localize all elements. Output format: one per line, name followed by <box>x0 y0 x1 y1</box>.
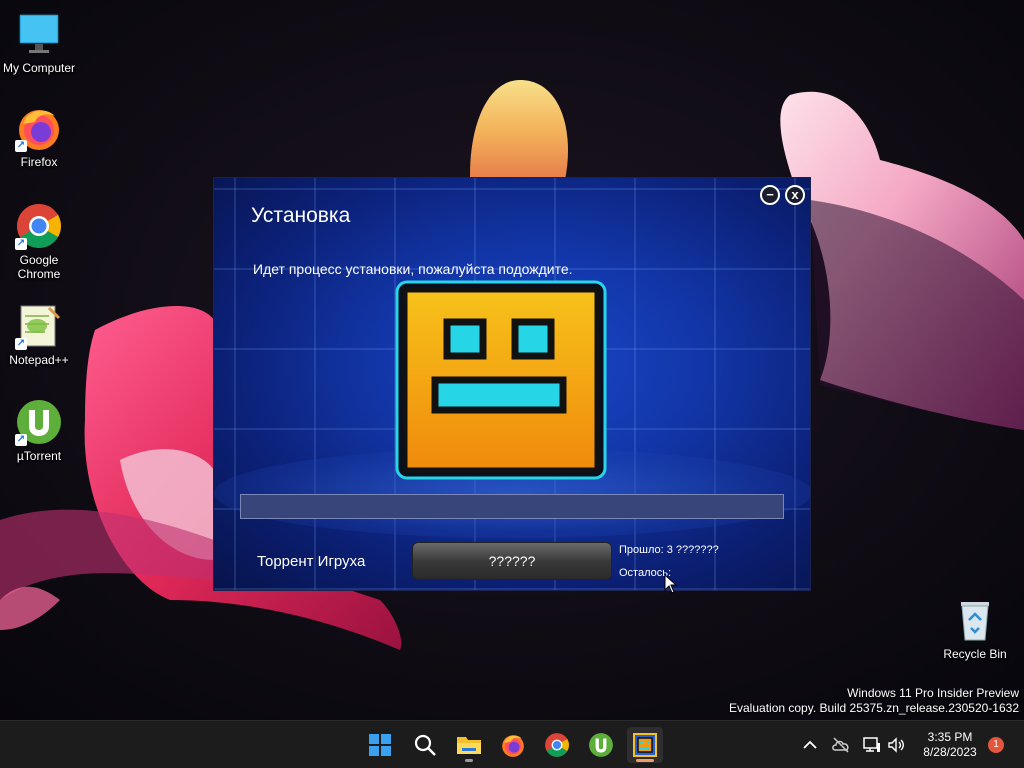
firefox-icon: ↗ <box>15 104 63 152</box>
volume-tray-button[interactable] <box>886 735 906 755</box>
game-logo-icon <box>395 280 607 480</box>
taskbar-chrome[interactable] <box>539 727 575 763</box>
shortcut-arrow-icon: ↗ <box>15 140 27 152</box>
game-name-label: Торрент Игруха <box>257 553 366 570</box>
onedrive-tray-button[interactable] <box>831 735 851 755</box>
clock-time: 3:35 PM <box>927 730 973 744</box>
desktop-icon-chrome[interactable]: ↗ Google Chrome <box>0 202 78 281</box>
notepadpp-icon: ↗ <box>15 302 63 350</box>
chrome-icon: ↗ <box>15 202 63 250</box>
minimize-button[interactable]: − <box>760 185 780 205</box>
monitor-icon <box>15 10 63 58</box>
taskbar-clock[interactable]: 3:35 PM 8/28/2023 <box>915 730 985 760</box>
chrome-icon <box>545 733 569 757</box>
desktop-icon-label: Recycle Bin <box>943 647 1007 661</box>
taskbar-utorrent[interactable] <box>583 727 619 763</box>
installer-app-icon <box>633 733 657 757</box>
desktop-icon-label: µTorrent <box>16 449 62 463</box>
show-hidden-icons-button[interactable] <box>800 735 820 755</box>
install-status-text: Идет процесс установки, пожалуйста подож… <box>253 261 573 277</box>
desktop-icon-label: Firefox <box>20 155 58 169</box>
taskbar: 3:35 PM 8/28/2023 1 <box>0 720 1024 768</box>
taskbar-firefox[interactable] <box>495 727 531 763</box>
shortcut-arrow-icon: ↗ <box>15 238 27 250</box>
desktop-icon-recycle-bin[interactable]: Recycle Bin <box>936 596 1014 661</box>
search-icon <box>414 734 436 756</box>
taskbar-file-explorer[interactable] <box>451 727 487 763</box>
watermark-build: Evaluation copy. Build 25375.zn_release.… <box>729 701 1019 715</box>
recycle-bin-icon <box>951 596 999 644</box>
shortcut-arrow-icon: ↗ <box>15 338 27 350</box>
window-title: Установка <box>251 204 351 227</box>
network-tray-button[interactable] <box>862 735 882 755</box>
desktop-icon-notepadpp[interactable]: ↗ Notepad++ <box>0 302 78 367</box>
desktop-icon-my-computer[interactable]: My Computer <box>0 10 78 75</box>
close-button[interactable]: x <box>785 185 805 205</box>
mouse-cursor-icon <box>664 573 678 594</box>
taskbar-installer[interactable] <box>627 727 663 763</box>
running-indicator <box>465 759 473 762</box>
search-button[interactable] <box>407 727 443 763</box>
watermark-edition: Windows 11 Pro Insider Preview <box>847 686 1019 700</box>
firefox-icon <box>502 735 524 757</box>
start-button[interactable] <box>362 727 398 763</box>
installer-action-button[interactable]: ?????? <box>412 542 612 580</box>
desktop-icon-label: My Computer <box>2 61 76 75</box>
utorrent-icon <box>589 733 613 757</box>
cloud-offline-icon <box>832 737 849 753</box>
desktop-icon-label: Notepad++ <box>9 353 69 367</box>
start-icon <box>369 734 391 756</box>
install-progress-bar <box>240 494 784 519</box>
notification-badge[interactable]: 1 <box>988 737 1004 753</box>
clock-date: 8/28/2023 <box>923 745 977 759</box>
installer-window: Установка − x Идет процесс установки, по… <box>213 177 811 591</box>
desktop-icon-utorrent[interactable]: ↗ µTorrent <box>0 398 78 463</box>
desktop-icon-firefox[interactable]: ↗ Firefox <box>0 104 78 169</box>
speaker-icon <box>888 737 904 753</box>
desktop-icon-label: Google Chrome <box>17 253 61 281</box>
windows-watermark: Windows 11 Pro Insider Preview Evaluatio… <box>729 686 1019 716</box>
file-explorer-icon <box>457 737 481 754</box>
active-indicator <box>636 759 654 762</box>
elapsed-time-label: Прошло: 3 ??????? <box>619 544 719 556</box>
network-icon <box>863 737 880 752</box>
utorrent-icon: ↗ <box>15 398 63 446</box>
shortcut-arrow-icon: ↗ <box>15 434 27 446</box>
chevron-up-icon <box>803 740 817 749</box>
